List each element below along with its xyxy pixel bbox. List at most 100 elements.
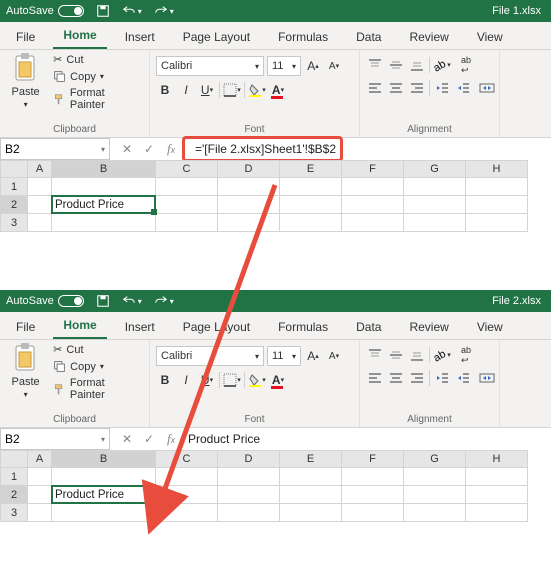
cell[interactable] xyxy=(466,468,528,486)
merge-center-icon[interactable] xyxy=(475,369,499,387)
orientation-icon[interactable]: ab▾ xyxy=(433,346,451,364)
cell[interactable] xyxy=(342,504,404,522)
cell[interactable] xyxy=(28,504,52,522)
name-box[interactable]: B2▾ xyxy=(0,428,110,450)
row-header[interactable]: 1 xyxy=(0,468,28,486)
fill-color-button[interactable]: ▾ xyxy=(248,81,266,99)
row-header[interactable]: 1 xyxy=(0,178,28,196)
cell[interactable] xyxy=(28,486,52,504)
formula-input[interactable]: Product Price xyxy=(182,432,551,446)
cell[interactable] xyxy=(218,178,280,196)
tab-data[interactable]: Data xyxy=(346,314,391,339)
font-color-button[interactable]: A▾ xyxy=(269,371,287,389)
cell[interactable] xyxy=(280,178,342,196)
align-bottom-icon[interactable] xyxy=(408,56,426,74)
cell[interactable] xyxy=(156,504,218,522)
copy-button[interactable]: Copy▾ xyxy=(51,359,143,374)
italic-button[interactable]: I xyxy=(177,371,195,389)
cell[interactable] xyxy=(28,196,52,214)
worksheet-grid[interactable]: A B C D E F G H 1 2 Product Price 3 xyxy=(0,160,551,232)
cell[interactable] xyxy=(218,196,280,214)
decrease-font-icon[interactable]: A▾ xyxy=(325,57,343,75)
cell[interactable] xyxy=(404,504,466,522)
tab-insert[interactable]: Insert xyxy=(115,24,165,49)
tab-review[interactable]: Review xyxy=(399,314,458,339)
font-size-select[interactable]: 11▾ xyxy=(267,346,301,366)
tab-formulas[interactable]: Formulas xyxy=(268,24,338,49)
cell[interactable] xyxy=(404,214,466,232)
tab-view[interactable]: View xyxy=(467,24,513,49)
align-middle-icon[interactable] xyxy=(387,346,405,364)
cell[interactable] xyxy=(28,178,52,196)
align-bottom-icon[interactable] xyxy=(408,346,426,364)
align-middle-icon[interactable] xyxy=(387,56,405,74)
border-button[interactable]: ▾ xyxy=(223,81,241,99)
cell[interactable] xyxy=(280,504,342,522)
decrease-indent-icon[interactable] xyxy=(433,79,451,97)
cell[interactable] xyxy=(404,196,466,214)
tab-insert[interactable]: Insert xyxy=(115,314,165,339)
row-header[interactable]: 3 xyxy=(0,214,28,232)
col-header[interactable]: H xyxy=(466,160,528,178)
tab-file[interactable]: File xyxy=(6,24,45,49)
cell[interactable] xyxy=(466,178,528,196)
border-button[interactable]: ▾ xyxy=(223,371,241,389)
col-header[interactable]: B xyxy=(52,160,156,178)
cell[interactable] xyxy=(280,468,342,486)
cell[interactable] xyxy=(404,178,466,196)
row-header[interactable]: 2 xyxy=(0,196,28,214)
merge-center-icon[interactable] xyxy=(475,79,499,97)
cell[interactable] xyxy=(342,196,404,214)
fx-icon[interactable]: fx xyxy=(160,431,182,447)
paste-button[interactable]: Paste ▾ xyxy=(6,52,45,109)
autosave-toggle[interactable]: AutoSave xyxy=(6,295,84,307)
col-header[interactable]: B xyxy=(52,450,156,468)
col-header[interactable]: F xyxy=(342,450,404,468)
font-name-select[interactable]: Calibri▾ xyxy=(156,346,264,366)
worksheet-grid[interactable]: A B C D E F G H 1 2 Product Price 3 xyxy=(0,450,551,522)
cell[interactable] xyxy=(156,468,218,486)
tab-view[interactable]: View xyxy=(467,314,513,339)
col-header[interactable]: D xyxy=(218,160,280,178)
cell[interactable] xyxy=(280,214,342,232)
undo-button[interactable]: ▾ xyxy=(122,294,142,308)
cell[interactable] xyxy=(466,214,528,232)
cell-b2[interactable]: Product Price xyxy=(52,196,156,214)
align-center-icon[interactable] xyxy=(387,369,405,387)
col-header[interactable]: D xyxy=(218,450,280,468)
cell[interactable] xyxy=(466,196,528,214)
cell[interactable] xyxy=(404,486,466,504)
col-header[interactable]: C xyxy=(156,160,218,178)
tab-data[interactable]: Data xyxy=(346,24,391,49)
cut-button[interactable]: ✂Cut xyxy=(51,342,143,357)
tab-file[interactable]: File xyxy=(6,314,45,339)
font-size-select[interactable]: 11▾ xyxy=(267,56,301,76)
col-header[interactable]: A xyxy=(28,450,52,468)
col-header[interactable]: A xyxy=(28,160,52,178)
align-left-icon[interactable] xyxy=(366,79,384,97)
enter-formula-icon[interactable]: ✓ xyxy=(138,432,160,446)
increase-indent-icon[interactable] xyxy=(454,369,472,387)
undo-button[interactable]: ▾ xyxy=(122,4,142,18)
cell-b2[interactable]: Product Price xyxy=(52,486,156,504)
tab-page-layout[interactable]: Page Layout xyxy=(173,24,260,49)
increase-font-icon[interactable]: A▴ xyxy=(304,57,322,75)
row-header[interactable]: 2 xyxy=(0,486,28,504)
format-painter-button[interactable]: Format Painter xyxy=(51,86,143,112)
cell[interactable] xyxy=(156,486,218,504)
save-icon[interactable] xyxy=(96,294,110,308)
save-icon[interactable] xyxy=(96,4,110,18)
redo-button[interactable]: ▾ xyxy=(154,4,174,18)
col-header[interactable]: C xyxy=(156,450,218,468)
cell[interactable] xyxy=(52,468,156,486)
increase-font-icon[interactable]: A▴ xyxy=(304,347,322,365)
underline-button[interactable]: U▾ xyxy=(198,81,216,99)
cancel-formula-icon[interactable]: ✕ xyxy=(116,432,138,446)
cut-button[interactable]: ✂Cut xyxy=(51,52,143,67)
tab-review[interactable]: Review xyxy=(399,24,458,49)
row-header[interactable]: 3 xyxy=(0,504,28,522)
cell[interactable] xyxy=(404,468,466,486)
cell[interactable] xyxy=(342,178,404,196)
bold-button[interactable]: B xyxy=(156,81,174,99)
cell[interactable] xyxy=(52,178,156,196)
